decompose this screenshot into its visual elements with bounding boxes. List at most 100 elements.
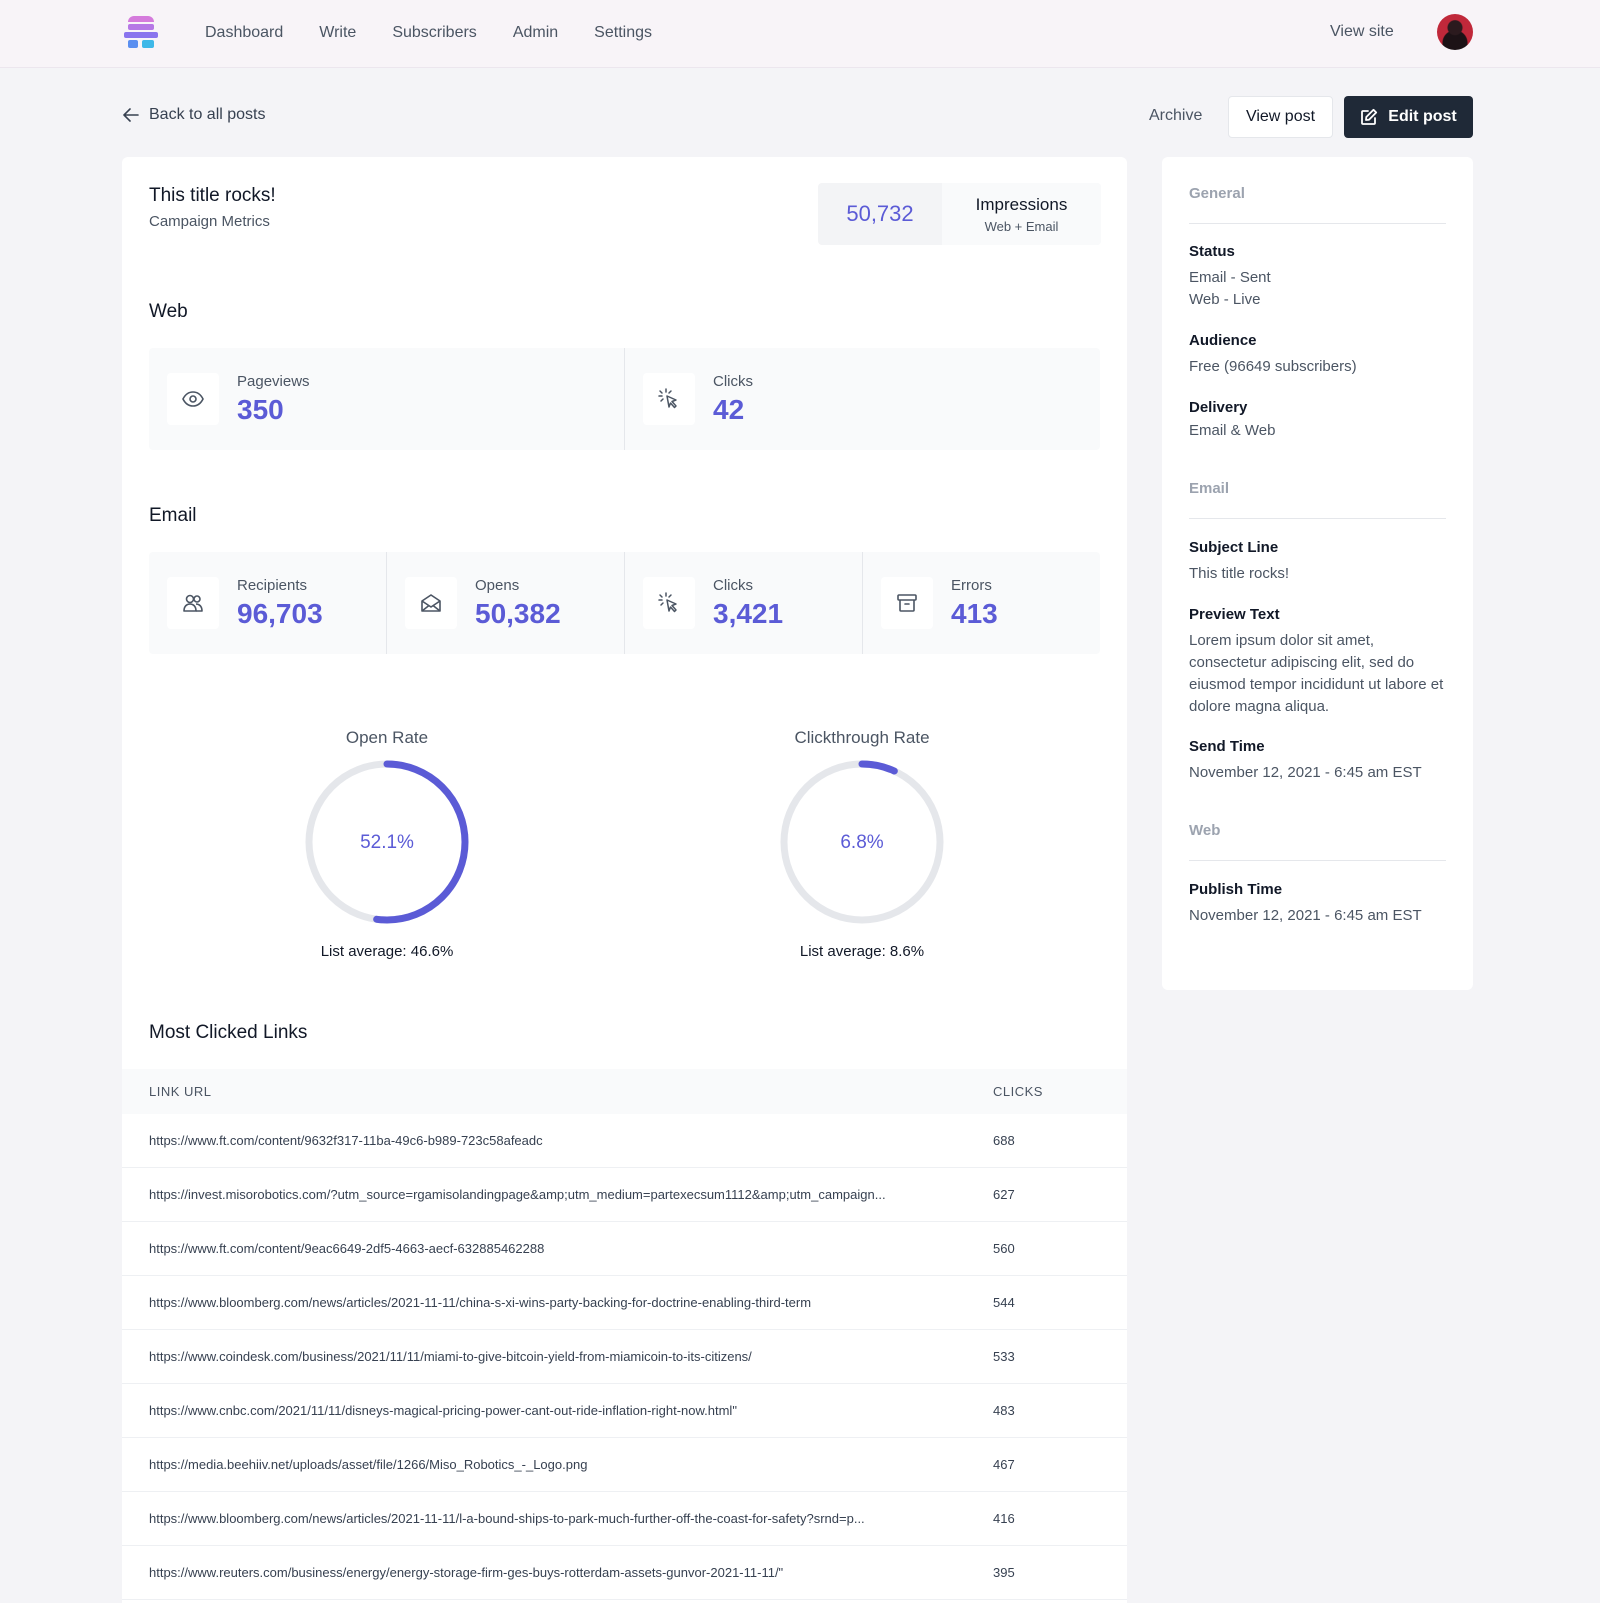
gauge-list-average: List average: 46.6% bbox=[320, 943, 454, 960]
logo-icon[interactable] bbox=[122, 14, 160, 50]
status-label: Status bbox=[1189, 243, 1235, 260]
stat-label: Clicks bbox=[713, 372, 753, 390]
col-link-url: LINK URL bbox=[149, 1084, 212, 1099]
impressions-label: Impressions bbox=[975, 194, 1068, 214]
cursor-click-icon bbox=[643, 373, 695, 425]
table-row[interactable]: https://www.ft.com/content/9eac6649-2df5… bbox=[122, 1222, 1127, 1276]
view-post-button[interactable]: View post bbox=[1228, 96, 1333, 138]
impressions-box: 50,732 Impressions Web + Email bbox=[818, 183, 1101, 245]
stat-value: 413 bbox=[951, 597, 998, 629]
preview-value: Lorem ipsum dolor sit amet, consectetur … bbox=[1189, 632, 1444, 715]
back-link-label: Back to all posts bbox=[149, 106, 266, 123]
preview-label: Preview Text bbox=[1189, 606, 1280, 623]
divider bbox=[1189, 518, 1446, 519]
back-to-posts-link[interactable]: Back to all posts bbox=[123, 106, 266, 124]
divider bbox=[1189, 860, 1446, 861]
links-section-title: Most Clicked Links bbox=[149, 1022, 308, 1043]
subject-label: Subject Line bbox=[1189, 539, 1279, 556]
stat-value: 42 bbox=[713, 393, 745, 425]
pencil-square-icon bbox=[1361, 108, 1378, 125]
link-clicks: 560 bbox=[993, 1241, 1015, 1256]
envelope-open-icon bbox=[405, 577, 457, 629]
archive-box-icon bbox=[881, 577, 933, 629]
nav-write[interactable]: Write bbox=[319, 24, 356, 42]
link-clicks: 544 bbox=[993, 1295, 1015, 1310]
link-clicks: 533 bbox=[993, 1349, 1015, 1364]
divider bbox=[1189, 223, 1446, 224]
post-title: This title rocks! bbox=[149, 185, 276, 206]
delivery-label: Delivery bbox=[1189, 399, 1248, 416]
link-url[interactable]: https://www.cnbc.com/2021/11/11/disneys-… bbox=[149, 1403, 737, 1418]
stat-label: Clicks bbox=[713, 576, 753, 594]
link-url[interactable]: https://media.beehiiv.net/uploads/asset/… bbox=[149, 1457, 587, 1472]
arrow-left-icon bbox=[123, 108, 139, 122]
post-details-sidebar: General Status Email - Sent Web - Live A… bbox=[1162, 157, 1473, 990]
table-row[interactable]: https://www.ft.com/content/9632f317-11ba… bbox=[122, 1114, 1127, 1168]
eye-icon bbox=[167, 373, 219, 425]
table-row[interactable]: https://media.beehiiv.net/uploads/asset/… bbox=[122, 1438, 1127, 1492]
edit-post-label: Edit post bbox=[1388, 108, 1457, 125]
archive-button[interactable]: Archive bbox=[1149, 107, 1202, 125]
gauge-title: Clickthrough Rate bbox=[794, 728, 930, 747]
nav-dashboard[interactable]: Dashboard bbox=[205, 24, 283, 42]
audience-label: Audience bbox=[1189, 332, 1257, 349]
table-row[interactable]: https://www.reuters.com/business/energy/… bbox=[122, 1546, 1127, 1600]
clickthrough-rate-gauge: Clickthrough Rate 6.8% List average: 8.6… bbox=[762, 728, 962, 960]
stat-label: Errors bbox=[951, 576, 992, 594]
link-url[interactable]: https://invest.misorobotics.com/?utm_sou… bbox=[149, 1187, 886, 1202]
link-url[interactable]: https://www.bloomberg.com/news/articles/… bbox=[149, 1511, 865, 1526]
send-time-label: Send Time bbox=[1189, 738, 1265, 755]
audience-value: Free (96649 subscribers) bbox=[1189, 358, 1357, 375]
gauge-value: 52.1% bbox=[360, 832, 414, 853]
table-row[interactable]: https://www.coindesk.com/business/2021/1… bbox=[122, 1330, 1127, 1384]
stat-value: 3,421 bbox=[713, 597, 784, 629]
impressions-value: 50,732 bbox=[846, 201, 914, 226]
links-table-header: LINK URL CLICKS bbox=[122, 1069, 1127, 1114]
email-stats: Recipients 96,703 Opens 50,382 Clicks 3,… bbox=[149, 552, 1100, 654]
section-general: General bbox=[1189, 185, 1245, 202]
status-email: Email - Sent bbox=[1189, 269, 1271, 286]
link-url[interactable]: https://www.ft.com/content/9632f317-11ba… bbox=[149, 1133, 543, 1148]
gauge-list-average: List average: 8.6% bbox=[799, 943, 925, 960]
stat-errors: Errors 413 bbox=[863, 552, 1100, 654]
stat-web-clicks: Clicks 42 bbox=[625, 348, 1100, 450]
gauge-ring: 52.1% bbox=[305, 760, 469, 924]
stat-opens: Opens 50,382 bbox=[387, 552, 625, 654]
link-url[interactable]: https://www.ft.com/content/9eac6649-2df5… bbox=[149, 1241, 544, 1256]
post-subtitle: Campaign Metrics bbox=[149, 213, 270, 230]
gauge-ring: 6.8% bbox=[780, 760, 944, 924]
top-navbar: Dashboard Write Subscribers Admin Settin… bbox=[0, 0, 1600, 68]
stat-recipients: Recipients 96,703 bbox=[149, 552, 387, 654]
table-row[interactable]: https://www.cnbc.com/2021/11/11/disneys-… bbox=[122, 1384, 1127, 1438]
link-clicks: 395 bbox=[993, 1565, 1015, 1580]
nav-admin[interactable]: Admin bbox=[513, 24, 558, 42]
nav-subscribers[interactable]: Subscribers bbox=[392, 24, 476, 42]
stat-pageviews: Pageviews 350 bbox=[149, 348, 625, 450]
stat-value: 96,703 bbox=[237, 597, 323, 629]
primary-nav: Dashboard Write Subscribers Admin Settin… bbox=[205, 0, 688, 66]
link-url[interactable]: https://www.coindesk.com/business/2021/1… bbox=[149, 1349, 752, 1364]
nav-settings[interactable]: Settings bbox=[594, 24, 652, 42]
delivery-value: Email & Web bbox=[1189, 422, 1276, 439]
link-clicks: 688 bbox=[993, 1133, 1015, 1148]
section-web: Web bbox=[1189, 822, 1221, 839]
view-site-link[interactable]: View site bbox=[1330, 23, 1394, 41]
link-clicks: 483 bbox=[993, 1403, 1015, 1418]
link-clicks: 467 bbox=[993, 1457, 1015, 1472]
link-clicks: 416 bbox=[993, 1511, 1015, 1526]
web-section-title: Web bbox=[149, 301, 188, 322]
stat-label: Pageviews bbox=[237, 372, 310, 390]
edit-post-button[interactable]: Edit post bbox=[1344, 96, 1473, 138]
table-row[interactable]: https://invest.misorobotics.com/?utm_sou… bbox=[122, 1168, 1127, 1222]
status-web: Web - Live bbox=[1189, 291, 1261, 308]
open-rate-gauge: Open Rate 52.1% List average: 46.6% bbox=[287, 728, 487, 960]
table-row[interactable]: https://www.bloomberg.com/news/articles/… bbox=[122, 1492, 1127, 1546]
avatar[interactable] bbox=[1437, 14, 1473, 50]
link-url[interactable]: https://www.bloomberg.com/news/articles/… bbox=[149, 1295, 811, 1310]
stat-value: 50,382 bbox=[475, 597, 561, 629]
table-row[interactable]: https://www.bloomberg.com/news/articles/… bbox=[122, 1276, 1127, 1330]
link-url[interactable]: https://www.reuters.com/business/energy/… bbox=[149, 1565, 783, 1580]
stat-label: Opens bbox=[475, 576, 520, 594]
cursor-click-icon bbox=[643, 577, 695, 629]
stat-email-clicks: Clicks 3,421 bbox=[625, 552, 863, 654]
